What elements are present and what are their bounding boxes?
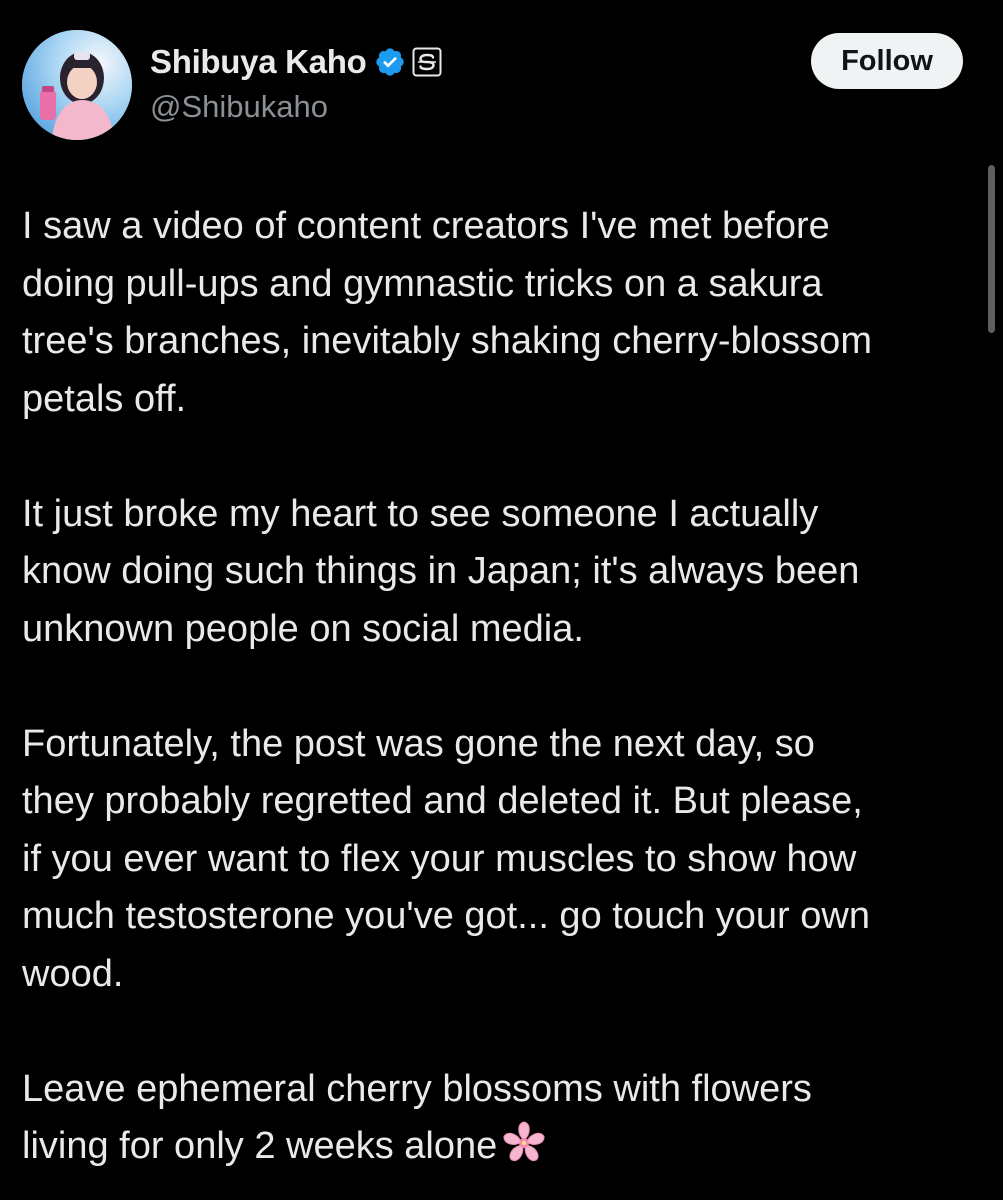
tweet: Shibuya Kaho @Shibukaho Follow I saw a v…	[0, 0, 1003, 1200]
author-handle[interactable]: @Shibukaho	[150, 89, 328, 125]
scrollbar-thumb[interactable]	[988, 165, 995, 333]
display-name[interactable]: Shibuya Kaho	[150, 43, 367, 81]
avatar[interactable]	[22, 30, 132, 140]
tweet-paragraph-text: Leave ephemeral cherry blossoms with flo…	[22, 1067, 812, 1168]
tweet-paragraph: It just broke my heart to see someone I …	[22, 492, 860, 650]
tweet-paragraph-last: Leave ephemeral cherry blossoms with flo…	[22, 1061, 982, 1176]
cherry-blossom-icon	[499, 1118, 549, 1168]
follow-button[interactable]: Follow	[811, 33, 963, 89]
author-name-row: Shibuya Kaho	[150, 40, 442, 84]
tweet-paragraph: I saw a video of content creators I've m…	[22, 205, 872, 420]
tweet-paragraph: Fortunately, the post was gone the next …	[22, 722, 870, 995]
verified-badge-icon[interactable]	[374, 46, 406, 78]
tweet-text: I saw a video of content creators I've m…	[22, 198, 982, 1176]
affiliate-badge-icon[interactable]	[412, 47, 442, 77]
